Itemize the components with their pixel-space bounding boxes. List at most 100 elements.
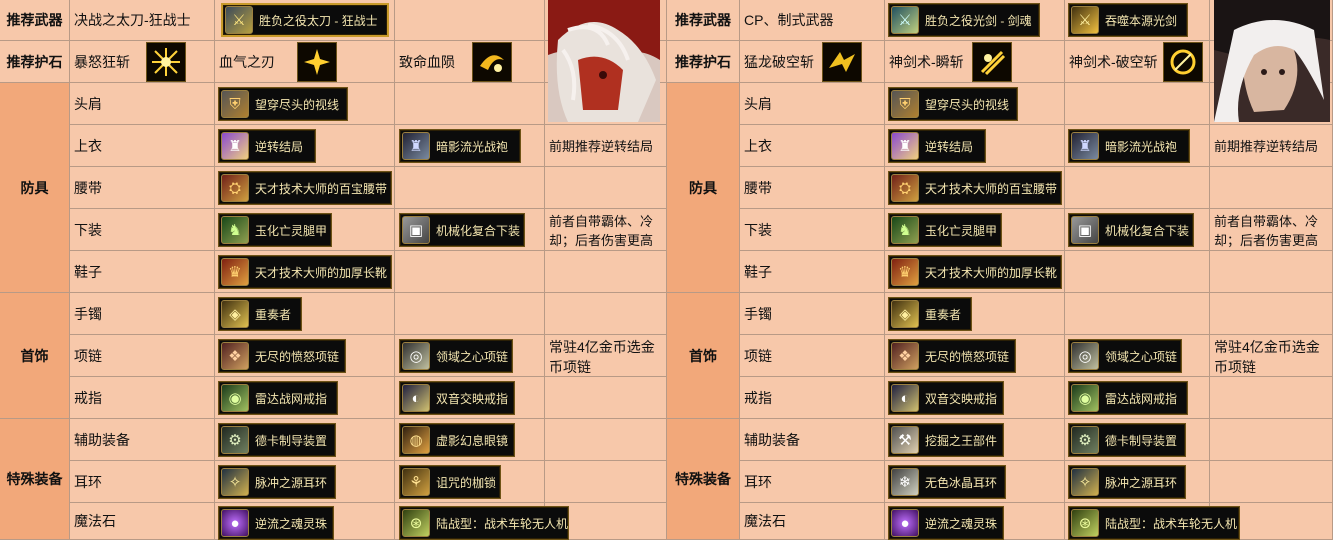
item-label: 陆战型：战术车轮无人机: [436, 516, 569, 531]
item-label: 暗影流光战袍: [1105, 139, 1178, 154]
burst-icon: [972, 42, 1012, 82]
right-belt-c2: [1065, 167, 1210, 209]
left-item-belt[interactable]: ⛭ 天才技术大师的百宝腰带: [218, 171, 392, 205]
gear-icon: ●: [221, 509, 249, 537]
left-item-support-1[interactable]: ⚙ 德卡制导装置: [218, 423, 336, 457]
right-item-top-1[interactable]: ♜ 逆转结局: [888, 129, 986, 163]
right-bottom-note: 前者自带霸体、冷却；后者伤害更高: [1210, 209, 1333, 251]
left-shoes-c2: [395, 251, 545, 293]
left-support-c3: [545, 419, 667, 461]
armor-icon: ♜: [1071, 132, 1099, 160]
item-label: 雷达战网戒指: [255, 391, 328, 406]
right-slot-magicstone: 魔法石: [740, 503, 885, 540]
right-item-support-1[interactable]: ⚒ 挖掘之王部件: [888, 423, 1004, 457]
item-label: 吞噬本源光剑: [1105, 13, 1178, 28]
jewel-icon: ◎: [1071, 342, 1099, 370]
left-item-bottom-2[interactable]: ▣ 机械化复合下装: [399, 213, 525, 247]
right-weapon-item-2[interactable]: ⚔ 吞噬本源光剑: [1068, 3, 1188, 37]
left-stone-1: 暴怒狂斩: [70, 41, 215, 83]
right-slot-top: 上衣: [740, 125, 885, 167]
left-slot-bracelet: 手镯: [70, 293, 215, 335]
right-item-top-2[interactable]: ♜ 暗影流光战袍: [1068, 129, 1190, 163]
left-item-necklace-1[interactable]: ❖ 无尽的愤怒项链: [218, 339, 346, 373]
item-label: 天才技术大师的加厚长靴: [925, 265, 1058, 280]
right-shoes-c3: [1210, 251, 1333, 293]
left-item-magicstone-2[interactable]: ⊛ 陆战型：战术车轮无人机: [399, 506, 569, 540]
left-item-ring-1[interactable]: ◉ 雷达战网戒指: [218, 381, 338, 415]
item-label: 逆转结局: [255, 139, 304, 154]
right-item-bracelet[interactable]: ◈ 重奏者: [888, 297, 972, 331]
left-item-top-2[interactable]: ♜ 暗影流光战袍: [399, 129, 521, 163]
blade-icon: ⚔: [1071, 6, 1099, 34]
left-item-ring-2[interactable]: ◐ 双音交映戒指: [399, 381, 515, 415]
right-slot-bottom: 下装: [740, 209, 885, 251]
right-item-support-2[interactable]: ⚙ 德卡制导装置: [1068, 423, 1186, 457]
right-item-necklace-1[interactable]: ❖ 无尽的愤怒项链: [888, 339, 1016, 373]
blade-icon: ⚔: [891, 6, 919, 34]
jewel-icon: ◉: [221, 384, 249, 412]
right-weapon-item-1[interactable]: ⚔ 胜负之役光剑 - 剑魂: [888, 3, 1040, 37]
right-item-shoes[interactable]: ♛ 天才技术大师的加厚长靴: [888, 255, 1062, 289]
item-label: 诅咒的枷锁: [436, 475, 497, 490]
gear-icon: ⊛: [1071, 509, 1099, 537]
right-item-shoulder[interactable]: ⛨ 望穿尽头的视线: [888, 87, 1018, 121]
right-weapon-text: CP、制式武器: [740, 0, 885, 41]
item-label: 望穿尽头的视线: [925, 97, 1010, 112]
jewel-icon: ◐: [891, 384, 919, 412]
item-label: 虚影幻息眼镜: [436, 433, 509, 448]
left-weapon-item[interactable]: ⚔ 胜负之役太刀 - 狂战士: [221, 3, 389, 37]
gear-icon: ⊛: [402, 509, 430, 537]
right-slot-necklace: 项链: [740, 335, 885, 377]
left-top-note: 前期推荐逆转结局: [545, 125, 667, 167]
right-item-necklace-2[interactable]: ◎ 领域之心项链: [1068, 339, 1182, 373]
right-item-bottom-2[interactable]: ▣ 机械化复合下装: [1068, 213, 1194, 247]
item-label: 雷达战网戒指: [1105, 391, 1178, 406]
right-support-c3: [1210, 419, 1333, 461]
gear-icon: ⚙: [221, 426, 249, 454]
item-label: 逆转结局: [925, 139, 974, 154]
item-label: 挖掘之王部件: [925, 433, 998, 448]
left-item-shoes[interactable]: ♛ 天才技术大师的加厚长靴: [218, 255, 392, 289]
left-item-bracelet[interactable]: ◈ 重奏者: [218, 297, 302, 331]
left-item-bottom-1[interactable]: ♞ 玉化亡灵腿甲: [218, 213, 332, 247]
item-label: 逆流之魂灵珠: [925, 516, 998, 531]
left-item-earring-1[interactable]: ✧ 脉冲之源耳环: [218, 465, 336, 499]
right-stone-header: 推荐护石: [667, 41, 740, 83]
armor-icon: ♜: [891, 132, 919, 160]
item-label: 望穿尽头的视线: [255, 97, 340, 112]
left-item-shoulder[interactable]: ⛨ 望穿尽头的视线: [218, 87, 348, 121]
left-item-top-1[interactable]: ♜ 逆转结局: [218, 129, 316, 163]
left-item-magicstone-1[interactable]: ● 逆流之魂灵珠: [218, 506, 334, 540]
item-label: 机械化复合下装: [436, 223, 521, 238]
gear-icon: ✧: [1071, 468, 1099, 496]
right-item-belt[interactable]: ⛭ 天才技术大师的百宝腰带: [888, 171, 1062, 205]
right-item-magicstone-1[interactable]: ● 逆流之魂灵珠: [888, 506, 1004, 540]
gear-icon: ⚘: [402, 468, 430, 496]
right-item-magicstone-2[interactable]: ⊛ 陆战型：战术车轮无人机: [1068, 506, 1240, 540]
left-item-necklace-2[interactable]: ◎ 领域之心项链: [399, 339, 513, 373]
item-label: 领域之心项链: [436, 349, 509, 364]
left-slot-top: 上衣: [70, 125, 215, 167]
right-item-ring-1[interactable]: ◐ 双音交映戒指: [888, 381, 1004, 415]
left-earring-c3: [545, 461, 667, 503]
right-item-earring-2[interactable]: ✧ 脉冲之源耳环: [1068, 465, 1186, 499]
right-slot-shoes: 鞋子: [740, 251, 885, 293]
right-item-ring-2[interactable]: ◉ 雷达战网戒指: [1068, 381, 1188, 415]
burst-icon: [472, 42, 512, 82]
left-slot-bottom: 下装: [70, 209, 215, 251]
jewel-icon: ◐: [402, 384, 430, 412]
left-item-support-2[interactable]: ◍ 虚影幻息眼镜: [399, 423, 515, 457]
right-ring-c3: [1210, 377, 1333, 419]
left-slot-magicstone: 魔法石: [70, 503, 215, 540]
item-label: 暗影流光战袍: [436, 139, 509, 154]
gear-icon: ●: [891, 509, 919, 537]
right-item-earring-1[interactable]: ❄ 无色冰晶耳环: [888, 465, 1006, 499]
item-label: 脉冲之源耳环: [255, 475, 328, 490]
burst-icon: [822, 42, 862, 82]
right-item-bottom-1[interactable]: ♞ 玉化亡灵腿甲: [888, 213, 1002, 247]
right-stone-1: 猛龙破空斩: [740, 41, 885, 83]
left-item-earring-2[interactable]: ⚘ 诅咒的枷锁: [399, 465, 501, 499]
left-slot-shoulder: 头肩: [70, 83, 215, 125]
right-shoulder-c2: [1065, 83, 1210, 125]
armor-icon: ▣: [402, 216, 430, 244]
